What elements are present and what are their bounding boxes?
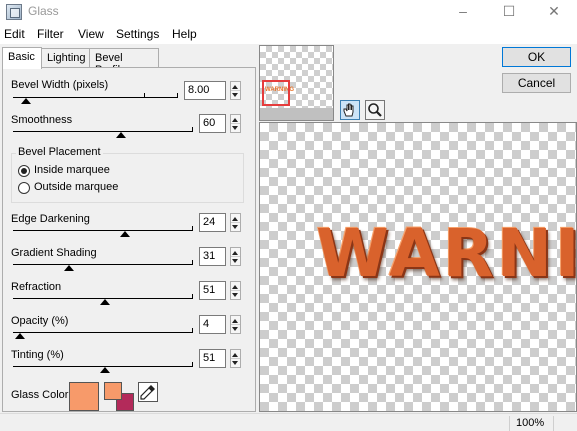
- slider-tick: [192, 260, 193, 264]
- bevel-width-spinner[interactable]: [230, 81, 241, 100]
- opacity-slider-track[interactable]: [13, 332, 193, 333]
- edge-darkening-spinner[interactable]: [230, 213, 241, 232]
- bevel-placement-group: Bevel Placement Inside marquee Outside m…: [11, 146, 244, 203]
- edge-darkening-slider-thumb[interactable]: [119, 231, 130, 237]
- bevel-width-slider-track[interactable]: [13, 97, 178, 98]
- menu-edit[interactable]: Edit: [4, 27, 25, 41]
- opacity-label: Opacity (%): [11, 315, 69, 327]
- minimize-button[interactable]: –: [440, 0, 486, 24]
- bevel-placement-title: Bevel Placement: [16, 146, 103, 158]
- tab-bevel-profile[interactable]: Bevel Profile: [89, 48, 159, 76]
- smoothness-field[interactable]: 60: [199, 114, 226, 133]
- gradient-shading-field[interactable]: 31: [199, 247, 226, 266]
- menu-bar: Edit Filter View Settings Help: [0, 24, 577, 44]
- cancel-button[interactable]: Cancel: [502, 73, 571, 93]
- pan-hand-icon[interactable]: [340, 100, 360, 120]
- gradient-shading-slider-thumb[interactable]: [63, 265, 74, 271]
- slider-tick: [192, 226, 193, 230]
- app-icon: [6, 4, 22, 20]
- status-empty-cell: [553, 416, 577, 431]
- refraction-label: Refraction: [11, 281, 62, 293]
- opacity-spinner[interactable]: [230, 315, 241, 334]
- smoothness-slider-thumb[interactable]: [116, 132, 126, 138]
- slider-tick: [177, 93, 178, 97]
- opacity-slider-thumb[interactable]: [15, 333, 26, 339]
- slider-tick: [192, 294, 193, 298]
- bevel-width-field[interactable]: 8.00: [184, 81, 226, 100]
- glass-color-swatch[interactable]: [69, 382, 99, 411]
- preview-glass-text: WARNING: [316, 215, 577, 292]
- edge-darkening-label: Edge Darkening: [11, 213, 90, 225]
- zoom-magnifier-icon[interactable]: [365, 100, 385, 120]
- outside-marquee-label[interactable]: Outside marquee: [34, 181, 118, 193]
- tab-lighting[interactable]: Lighting: [41, 48, 90, 68]
- tinting-label: Tinting (%): [11, 349, 64, 361]
- navigator-bar: [260, 108, 333, 120]
- glass-color-label: Glass Color: [11, 389, 69, 401]
- outside-marquee-radio[interactable]: [18, 182, 30, 194]
- tinting-spinner[interactable]: [230, 349, 241, 368]
- tab-basic[interactable]: Basic: [2, 47, 42, 69]
- bevel-width-slider-thumb[interactable]: [21, 98, 32, 104]
- refraction-slider-thumb[interactable]: [99, 299, 110, 305]
- menu-settings[interactable]: Settings: [116, 27, 159, 41]
- inside-marquee-label[interactable]: Inside marquee: [34, 164, 110, 176]
- ok-button[interactable]: OK: [502, 47, 571, 67]
- gradient-shading-slider-track[interactable]: [13, 264, 193, 265]
- slider-tick: [144, 93, 145, 97]
- slider-tick: [192, 328, 193, 332]
- smoothness-label: Smoothness: [11, 114, 73, 126]
- gradient-shading-spinner[interactable]: [230, 247, 241, 266]
- slider-tick: [192, 127, 193, 131]
- smoothness-slider-track[interactable]: [13, 131, 193, 132]
- close-button[interactable]: ✕: [531, 0, 577, 24]
- menu-filter[interactable]: Filter: [37, 27, 64, 41]
- zoom-level: 100%: [509, 416, 553, 431]
- edge-darkening-slider-track[interactable]: [13, 230, 193, 231]
- status-bar: 100%: [0, 413, 577, 431]
- inside-marquee-radio[interactable]: [18, 165, 30, 177]
- bevel-width-label: Bevel Width (pixels): [11, 79, 109, 91]
- menu-help[interactable]: Help: [172, 27, 197, 41]
- navigator-viewport-box[interactable]: [262, 80, 290, 106]
- edge-darkening-field[interactable]: 24: [199, 213, 226, 232]
- slider-tick: [192, 362, 193, 366]
- gradient-shading-label: Gradient Shading: [11, 247, 97, 259]
- maximize-button[interactable]: ☐: [486, 0, 532, 24]
- refraction-field[interactable]: 51: [199, 281, 226, 300]
- title-bar: Glass – ☐ ✕: [0, 0, 577, 24]
- refraction-spinner[interactable]: [230, 281, 241, 300]
- tinting-field[interactable]: 51: [199, 349, 226, 368]
- primary-color-swatch[interactable]: [104, 382, 122, 400]
- window-title: Glass: [28, 4, 59, 18]
- tinting-slider-thumb[interactable]: [99, 367, 110, 373]
- opacity-field[interactable]: 4: [199, 315, 226, 334]
- eyedropper-icon[interactable]: [138, 382, 158, 402]
- smoothness-spinner[interactable]: [230, 114, 241, 133]
- effect-preview-area[interactable]: WARNING: [259, 122, 577, 412]
- basic-settings-panel: Bevel Width (pixels) 8.00 Smoothness 60 …: [2, 67, 256, 412]
- navigator-preview[interactable]: WARNING: [259, 45, 334, 121]
- menu-view[interactable]: View: [78, 27, 104, 41]
